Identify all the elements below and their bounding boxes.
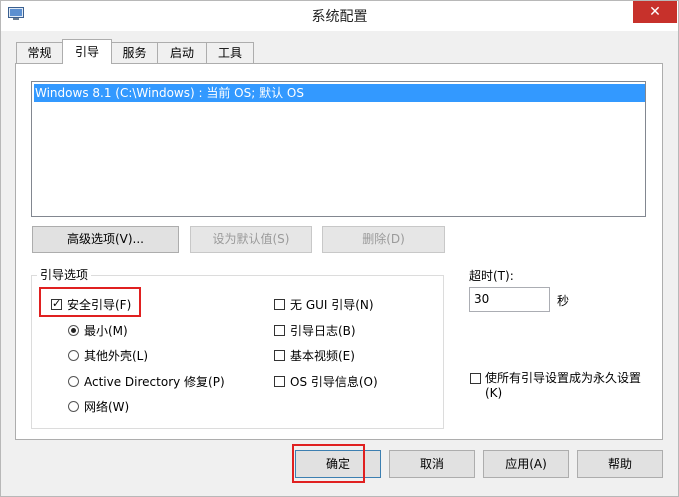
tab-label: 引导 <box>74 45 99 59</box>
timeout-unit: 秒 <box>557 294 570 308</box>
tab-general[interactable]: 常规 <box>16 42 63 63</box>
close-button[interactable]: ✕ <box>633 1 677 23</box>
radio-network[interactable] <box>68 401 79 412</box>
timeout-label: 超时(T): <box>469 269 514 283</box>
base-video-label: 基本视频(E) <box>290 349 355 363</box>
set-default-button[interactable]: 设为默认值(S) <box>190 226 312 253</box>
tab-label: 服务 <box>122 46 147 60</box>
delete-button[interactable]: 删除(D) <box>322 226 445 253</box>
base-video-checkbox[interactable] <box>274 350 285 361</box>
tab-boot[interactable]: 引导 <box>62 39 112 64</box>
os-boot-info-checkbox[interactable] <box>274 376 285 387</box>
cancel-button[interactable]: 取消 <box>389 450 475 478</box>
radio-alternate-shell[interactable] <box>68 350 79 361</box>
apply-button[interactable]: 应用(A) <box>483 450 569 478</box>
advanced-options-button[interactable]: 高级选项(V)... <box>32 226 179 253</box>
help-button[interactable]: 帮助 <box>577 450 663 478</box>
tab-tools[interactable]: 工具 <box>206 42 254 63</box>
no-gui-boot-checkbox[interactable] <box>274 299 285 310</box>
boot-log-checkbox[interactable] <box>274 325 285 336</box>
no-gui-boot-label: 无 GUI 引导(N) <box>290 298 374 312</box>
tab-label: 常规 <box>27 46 52 60</box>
window-title: 系统配置 <box>311 9 368 25</box>
radio-minimal-label: 最小(M) <box>84 324 128 338</box>
tab-label: 工具 <box>217 46 242 60</box>
radio-minimal[interactable] <box>68 325 79 336</box>
make-permanent-label: 使所有引导设置成为永久设置 <box>485 371 642 385</box>
os-boot-info-label: OS 引导信息(O) <box>290 375 378 389</box>
highlight-box-safe-boot <box>39 287 141 317</box>
radio-network-label: 网络(W) <box>84 400 130 414</box>
timeout-input[interactable]: 30 <box>469 287 550 312</box>
close-icon: ✕ <box>649 4 661 20</box>
highlight-box-ok <box>292 444 365 483</box>
boot-options-label: 引导选项 <box>37 266 92 283</box>
boot-log-label: 引导日志(B) <box>290 324 356 338</box>
make-permanent-label-line2: (K) <box>485 386 503 400</box>
os-list-item[interactable]: Windows 8.1 (C:\Windows) : 当前 OS; 默认 OS <box>34 84 645 102</box>
tab-startup[interactable]: 启动 <box>157 42 207 63</box>
radio-ad-repair-label: Active Directory 修复(P) <box>84 375 225 389</box>
tab-services[interactable]: 服务 <box>111 42 158 63</box>
make-permanent-checkbox[interactable] <box>470 373 481 384</box>
tab-label: 启动 <box>169 46 194 60</box>
radio-alternate-shell-label: 其他外壳(L) <box>84 349 149 363</box>
radio-ad-repair[interactable] <box>68 376 79 387</box>
